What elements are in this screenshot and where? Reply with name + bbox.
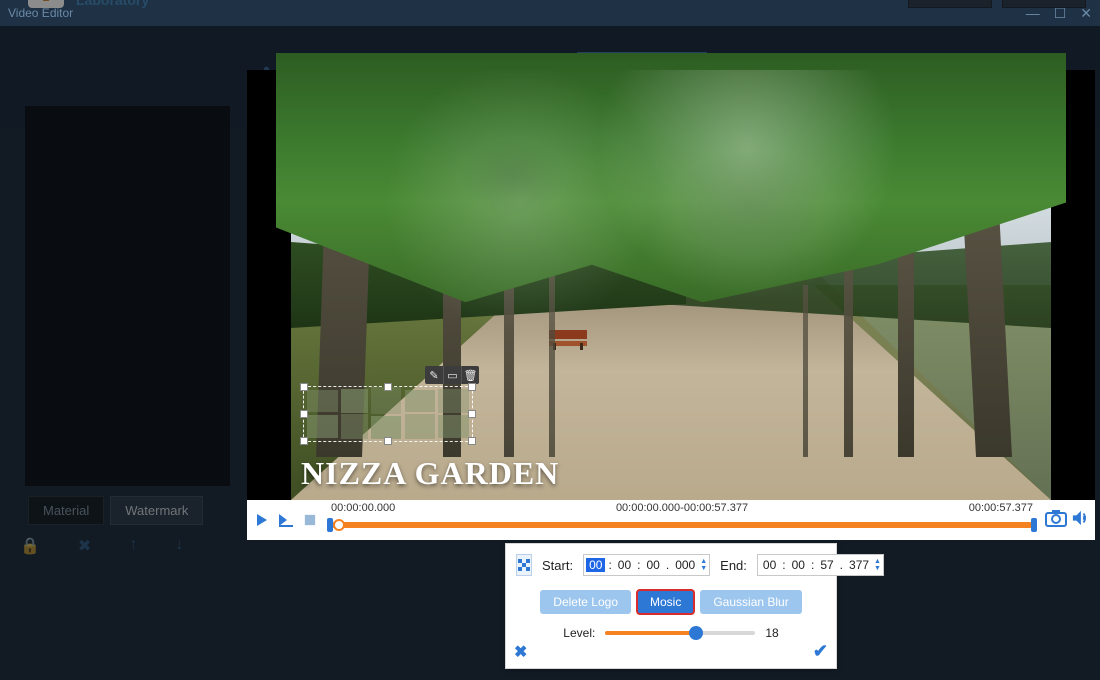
mosaic-toolbar: ✎ ▭ 🗑 bbox=[425, 366, 479, 384]
end-label: End: bbox=[720, 558, 747, 573]
level-value: 18 bbox=[765, 626, 778, 640]
snapshot-button[interactable] bbox=[1045, 509, 1067, 532]
image-icon[interactable]: ▭ bbox=[443, 366, 461, 384]
panel-confirm-button[interactable]: ✔ bbox=[813, 641, 828, 662]
camera-icon bbox=[1045, 509, 1067, 527]
timeline[interactable]: 00:00:00.000 00:00:00.000-00:00:57.377 0… bbox=[325, 500, 1039, 540]
fullrange-icon bbox=[517, 558, 531, 572]
gaussian-blur-button[interactable]: Gaussian Blur bbox=[700, 590, 801, 614]
end-time-input[interactable]: 00: 00: 57. 377 ▲▼ bbox=[757, 554, 884, 576]
timeline-playhead[interactable] bbox=[333, 519, 345, 531]
volume-button[interactable] bbox=[1071, 510, 1089, 531]
brand-line2: Laboratory bbox=[76, 0, 156, 8]
end-spinner[interactable]: ▲▼ bbox=[874, 558, 881, 572]
fullrange-toggle[interactable] bbox=[516, 554, 532, 576]
mosaic-button[interactable]: Mosic bbox=[637, 590, 694, 614]
remove-icon[interactable]: ✖ bbox=[78, 536, 91, 556]
small-action-row: 🔒 ✖ ↑ ↓ bbox=[20, 536, 183, 556]
brand-cross-icon bbox=[28, 0, 64, 8]
watermark-panel: Start: 00: 00: 00. 000 ▲▼ End: 00: 00: 5… bbox=[505, 543, 837, 669]
start-label: Start: bbox=[542, 558, 573, 573]
down-icon[interactable]: ↓ bbox=[175, 536, 183, 556]
panel-cancel-button[interactable]: ✖ bbox=[514, 642, 527, 662]
timeline-end-label: 00:00:57.377 bbox=[969, 502, 1033, 514]
window-title: Video Editor bbox=[8, 6, 73, 20]
volume-icon bbox=[1071, 510, 1089, 526]
timeline-range-label: 00:00:00.000-00:00:57.377 bbox=[616, 502, 748, 514]
brand-logo: RENE.E Laboratory bbox=[28, 0, 156, 8]
preview-caption: NIZZA GARDEN bbox=[301, 455, 559, 492]
start-mm[interactable]: 00 bbox=[615, 558, 634, 572]
start-spinner[interactable]: ▲▼ bbox=[700, 558, 707, 572]
delete-logo-button[interactable]: Delete Logo bbox=[540, 590, 631, 614]
play-button[interactable] bbox=[253, 511, 271, 529]
chevron-down-icon[interactable]: ▼ bbox=[874, 565, 881, 572]
level-slider-knob[interactable] bbox=[689, 626, 703, 640]
tab-material[interactable]: Material bbox=[28, 496, 104, 525]
transport-bar: 00:00:00.000 00:00:00.000-00:00:57.377 0… bbox=[247, 500, 1095, 540]
stop-icon bbox=[304, 514, 316, 526]
play-icon bbox=[254, 512, 270, 528]
video-stage: ✎ ▭ 🗑 NIZZA GARDEN bbox=[247, 70, 1095, 500]
level-slider[interactable] bbox=[605, 631, 755, 635]
chevron-up-icon[interactable]: ▲ bbox=[700, 558, 707, 565]
start-ss[interactable]: 00 bbox=[643, 558, 662, 572]
timeline-start-label: 00:00:00.000 bbox=[331, 502, 395, 514]
timeline-handle-end[interactable] bbox=[1031, 518, 1037, 532]
end-mm[interactable]: 00 bbox=[789, 558, 808, 572]
end-hh[interactable]: 00 bbox=[760, 558, 779, 572]
lock-icon[interactable]: 🔒 bbox=[20, 536, 40, 556]
stop-button[interactable] bbox=[301, 511, 319, 529]
sidebar-panel bbox=[25, 106, 230, 486]
end-ss[interactable]: 57 bbox=[817, 558, 836, 572]
up-icon[interactable]: ↑ bbox=[129, 536, 137, 556]
play-range-icon bbox=[277, 512, 295, 528]
chevron-down-icon[interactable]: ▼ bbox=[700, 565, 707, 572]
video-preview[interactable]: ✎ ▭ 🗑 NIZZA GARDEN bbox=[291, 70, 1051, 500]
tab-watermark[interactable]: Watermark bbox=[110, 496, 203, 525]
end-ms[interactable]: 377 bbox=[846, 558, 872, 572]
chevron-up-icon[interactable]: ▲ bbox=[874, 558, 881, 565]
trash-icon[interactable]: 🗑 bbox=[461, 366, 479, 384]
footer-buttons: OK Cancel bbox=[908, 0, 1086, 8]
mosaic-region[interactable] bbox=[303, 386, 473, 442]
level-label: Level: bbox=[563, 626, 595, 640]
ok-button[interactable]: OK bbox=[908, 0, 992, 8]
play-range-button[interactable] bbox=[277, 511, 295, 529]
edit-icon[interactable]: ✎ bbox=[425, 366, 443, 384]
start-time-input[interactable]: 00: 00: 00. 000 ▲▼ bbox=[583, 554, 710, 576]
start-hh[interactable]: 00 bbox=[586, 558, 605, 572]
material-watermark-tabs: Material Watermark bbox=[28, 496, 203, 525]
cancel-button[interactable]: Cancel bbox=[1002, 0, 1086, 8]
start-ms[interactable]: 000 bbox=[672, 558, 698, 572]
